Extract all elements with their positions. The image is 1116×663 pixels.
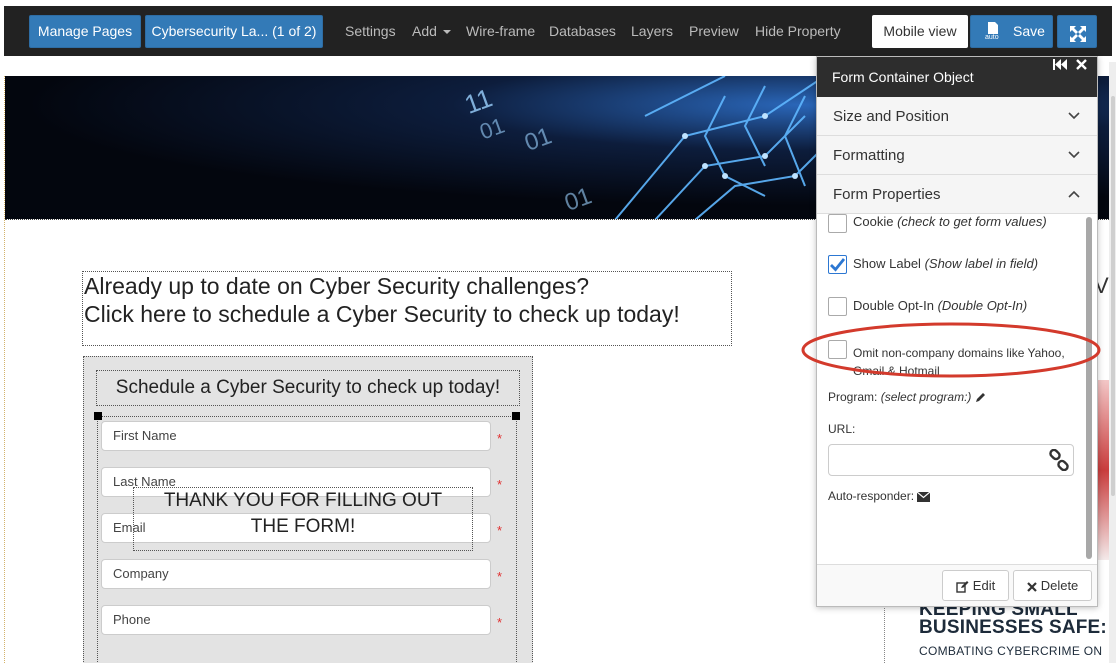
close-icon[interactable]	[1076, 59, 1087, 73]
required-mark: *	[497, 615, 503, 630]
nav-preview[interactable]: Preview	[689, 22, 739, 40]
double-optin-label: Double Opt-In (Double Opt-In)	[853, 298, 1027, 314]
nav-settings[interactable]: Settings	[345, 22, 396, 40]
thank-you-line: THE FORM!	[250, 516, 356, 537]
manage-pages-button[interactable]: Manage Pages	[29, 15, 141, 48]
url-input[interactable]	[828, 444, 1074, 476]
panel-footer: Edit Delete	[817, 564, 1097, 606]
caret-down-icon	[442, 30, 451, 35]
cookie-label-text: Cookie	[853, 214, 894, 229]
form-title[interactable]: Schedule a Cyber Security to check up to…	[96, 370, 520, 406]
side-article-heading: BUSINESSES SAFE:	[919, 617, 1107, 638]
show-label-label: Show Label (Show label in field)	[853, 256, 1038, 272]
auto-responder-row[interactable]: Auto-responder:	[828, 489, 931, 503]
required-mark: *	[497, 431, 503, 446]
section-label: Form Properties	[833, 186, 941, 203]
canvas-scrollbar-thumb[interactable]	[1111, 96, 1115, 496]
nav-add-label: Add	[412, 23, 437, 39]
headline-line: Already up to date on Cyber Security cha…	[84, 273, 590, 299]
nav-databases[interactable]: Databases	[549, 22, 616, 40]
save-button[interactable]: auto Save	[970, 15, 1053, 48]
save-icon-caption: auto	[985, 34, 999, 41]
dock-left-icon[interactable]	[1053, 59, 1067, 73]
edit-icon	[956, 581, 969, 593]
section-label: Formatting	[833, 147, 905, 164]
save-icon: auto	[985, 21, 1001, 41]
thank-you-message[interactable]: THANK YOU FOR FILLING OUT THE FORM!	[133, 487, 473, 551]
cookie-hint: (check to get form values)	[897, 214, 1047, 229]
panel-scrollbar[interactable]	[1086, 217, 1092, 559]
double-optin-checkbox[interactable]	[828, 297, 847, 316]
checkmark-icon	[830, 258, 846, 272]
link-icon[interactable]	[1048, 449, 1070, 471]
chevron-up-icon	[1067, 187, 1081, 201]
show-label-checkbox[interactable]	[828, 255, 847, 274]
fullscreen-button[interactable]	[1057, 15, 1097, 48]
current-page-button[interactable]: Cybersecurity La... (1 of 2)	[145, 15, 323, 48]
delete-label: Delete	[1040, 578, 1079, 593]
double-optin-hint: (Double Opt-In)	[937, 298, 1028, 313]
top-toolbar: Manage Pages Cybersecurity La... (1 of 2…	[0, 0, 1116, 62]
show-label-hint: (Show label in field)	[924, 256, 1039, 271]
required-mark: *	[497, 569, 503, 584]
program-row[interactable]: Program: (select program:)	[828, 390, 986, 404]
edit-button[interactable]: Edit	[942, 570, 1009, 601]
edit-label: Edit	[972, 578, 996, 593]
size-position-section[interactable]: Size and Position	[817, 97, 1097, 136]
cookie-label: Cookie (check to get form values)	[853, 214, 1047, 230]
pencil-icon	[975, 393, 985, 403]
cookie-checkbox[interactable]	[828, 214, 847, 233]
headline-line: Click here to schedule a Cyber Security …	[84, 301, 680, 327]
editor-window: Manage Pages Cybersecurity La... (1 of 2…	[0, 0, 1116, 663]
nav-wireframe[interactable]: Wire-frame	[466, 22, 535, 40]
highlight-ellipse	[801, 322, 1101, 378]
section-label: Size and Position	[833, 108, 949, 125]
form-properties-section[interactable]: Form Properties	[817, 175, 1097, 214]
company-field[interactable]: Company	[101, 559, 491, 589]
delete-button[interactable]: Delete	[1013, 570, 1092, 601]
chevron-down-icon	[1067, 109, 1081, 123]
nav-hide-property[interactable]: Hide Property	[755, 22, 841, 40]
side-article-subheading: COMBATING CYBERCRIME ON	[919, 644, 1103, 658]
auto-responder-label: Auto-responder:	[828, 489, 915, 503]
program-value: (select program:)	[880, 390, 972, 404]
required-mark: *	[497, 477, 503, 492]
nav-layers[interactable]: Layers	[631, 22, 673, 40]
mobile-view-button[interactable]: Mobile view	[872, 15, 968, 48]
panel-title: Form Container Object	[832, 69, 974, 85]
expand-icon	[1069, 23, 1087, 42]
phone-field[interactable]: Phone	[101, 605, 491, 635]
resize-handle[interactable]	[512, 412, 520, 420]
nav-add[interactable]: Add	[412, 22, 451, 40]
required-mark: *	[497, 523, 503, 538]
panel-header: Form Container Object	[817, 57, 1097, 97]
thank-you-line: THANK YOU FOR FILLING OUT	[163, 490, 443, 511]
resize-handle[interactable]	[94, 412, 102, 420]
headline-text-box[interactable]: Already up to date on Cyber Security cha…	[82, 271, 732, 346]
toolbar-bar: Manage Pages Cybersecurity La... (1 of 2…	[4, 6, 1112, 56]
form-properties-body: Cookie (check to get form values) Show L…	[817, 214, 1097, 562]
url-label: URL:	[828, 422, 856, 436]
save-label: Save	[1013, 23, 1045, 39]
formatting-section[interactable]: Formatting	[817, 136, 1097, 175]
double-optin-text: Double Opt-In	[853, 298, 934, 313]
chevron-down-icon	[1067, 148, 1081, 162]
first-name-field[interactable]: First Name	[101, 421, 491, 451]
program-label: Program:	[828, 390, 878, 404]
envelope-icon	[917, 491, 931, 502]
show-label-text: Show Label	[853, 256, 921, 271]
x-icon	[1026, 581, 1037, 592]
